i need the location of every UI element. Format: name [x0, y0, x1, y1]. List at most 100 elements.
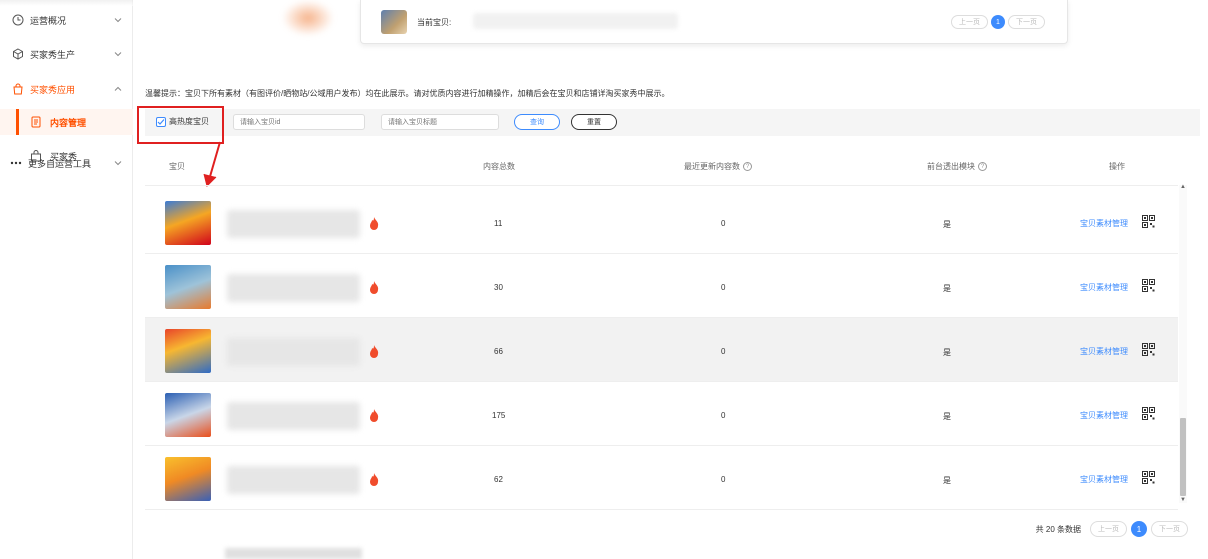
- module-shown: 是: [943, 220, 951, 229]
- help-icon[interactable]: ?: [743, 162, 752, 171]
- chevron-down-icon: [114, 52, 122, 57]
- cube-icon: [12, 48, 24, 60]
- sidebar-item-label: 内容管理: [50, 117, 87, 128]
- scroll-up-icon[interactable]: ▲: [1180, 184, 1186, 190]
- help-icon[interactable]: ?: [978, 162, 987, 171]
- current-item-pager: 上一页 1 下一页: [951, 15, 1045, 29]
- product-image[interactable]: [165, 457, 211, 501]
- scrollbar-thumb[interactable]: [1180, 418, 1186, 496]
- hot-flame-icon: [370, 217, 379, 230]
- dots-icon: [10, 157, 22, 169]
- content-total: 175: [492, 411, 506, 420]
- product-image[interactable]: [165, 329, 211, 373]
- reset-button[interactable]: 重置: [571, 114, 617, 130]
- content-total: 66: [494, 347, 503, 356]
- header-item: 宝贝: [169, 162, 185, 171]
- recent-count: 0: [721, 219, 726, 228]
- sidebar-item-label: 运营概况: [30, 15, 67, 26]
- module-shown: 是: [943, 476, 951, 485]
- sidebar-top-fade: [0, 0, 133, 6]
- hot-flame-icon: [370, 281, 379, 294]
- page-number-button[interactable]: 1: [1131, 521, 1147, 537]
- sidebar-item-application[interactable]: 买家秀应用: [0, 79, 133, 99]
- prev-page-button[interactable]: 上一页: [951, 15, 988, 29]
- sidebar-item-label: 买家秀应用: [30, 84, 76, 95]
- module-shown: 是: [943, 284, 951, 293]
- tip-text: 温馨提示：宝贝下所有素材（有图评价/晒物站/公域用户发布）均在此展示。请对优质内…: [145, 89, 670, 98]
- sidebar-item-label: 买家秀生产: [30, 49, 76, 60]
- item-material-manage-link[interactable]: 宝贝素材管理: [1080, 218, 1128, 229]
- qr-code-icon[interactable]: [1142, 343, 1155, 356]
- hot-flame-icon: [370, 345, 379, 358]
- recent-count: 0: [721, 475, 726, 484]
- qr-code-icon[interactable]: [1142, 407, 1155, 420]
- hot-flame-icon: [370, 473, 379, 486]
- content-total: 30: [494, 283, 503, 292]
- next-page-button[interactable]: 下一页: [1008, 15, 1045, 29]
- sidebar-item-production[interactable]: 买家秀生产: [0, 44, 133, 64]
- qr-code-icon[interactable]: [1142, 215, 1155, 228]
- document-icon: [30, 116, 42, 128]
- query-button[interactable]: 查询: [514, 114, 560, 130]
- header-recent-label: 最近更新内容数: [684, 162, 740, 171]
- header-action: 操作: [1109, 162, 1125, 171]
- header-module: 前台透出模块 ?: [927, 161, 987, 172]
- recent-count: 0: [721, 283, 726, 292]
- table-header: 宝贝 内容总数 最近更新内容数 ? 前台透出模块 ? 操作: [145, 152, 1185, 178]
- chevron-down-icon: [114, 161, 122, 166]
- product-title-blurred: [227, 466, 360, 494]
- item-id-input[interactable]: [233, 114, 365, 130]
- sidebar-item-more-tools[interactable]: 更多自运营工具: [0, 153, 133, 173]
- product-title-blurred: [227, 274, 360, 302]
- product-title-blurred: [227, 402, 360, 430]
- page-number-button[interactable]: 1: [991, 15, 1005, 29]
- product-image[interactable]: [165, 393, 211, 437]
- content-total: 62: [494, 475, 503, 484]
- recent-count: 0: [721, 411, 726, 420]
- chevron-up-icon: [114, 86, 122, 91]
- product-title-blurred: [227, 338, 360, 366]
- scroll-down-icon[interactable]: ▼: [1180, 497, 1186, 503]
- table-row: 62 0 是 宝贝素材管理: [145, 446, 1178, 510]
- qr-code-icon[interactable]: [1142, 471, 1155, 484]
- highlight-box: [137, 106, 224, 144]
- product-title-blurred: [227, 210, 360, 238]
- table-row: 175 0 是 宝贝素材管理: [145, 382, 1178, 446]
- table-row: 66 0 是 宝贝素材管理: [145, 318, 1178, 382]
- blurred-content: [225, 548, 362, 559]
- bag-icon: [12, 83, 24, 95]
- next-page-button[interactable]: 下一页: [1151, 521, 1188, 537]
- recent-count: 0: [721, 347, 726, 356]
- clock-icon: [12, 14, 24, 26]
- module-shown: 是: [943, 412, 951, 421]
- qr-code-icon[interactable]: [1142, 279, 1155, 292]
- content-total: 11: [494, 219, 503, 228]
- item-title-input[interactable]: [381, 114, 499, 130]
- pagination: 共 20 条数据 上一页 1 下一页: [1036, 521, 1188, 537]
- sidebar-item-label: 更多自运营工具: [28, 158, 92, 169]
- filter-bar: 高热度宝贝 查询 重置: [145, 109, 1200, 136]
- hot-flame-icon: [370, 409, 379, 422]
- item-material-manage-link[interactable]: 宝贝素材管理: [1080, 410, 1128, 421]
- product-image[interactable]: [165, 265, 211, 309]
- current-item-title-blurred: [473, 13, 678, 29]
- current-item-label: 当前宝贝:: [417, 18, 452, 27]
- blurred-image: [282, 0, 334, 36]
- divider: [145, 185, 1178, 186]
- item-material-manage-link[interactable]: 宝贝素材管理: [1080, 346, 1128, 357]
- prev-page-button[interactable]: 上一页: [1090, 521, 1127, 537]
- product-image[interactable]: [165, 201, 211, 245]
- item-material-manage-link[interactable]: 宝贝素材管理: [1080, 282, 1128, 293]
- sidebar-item-content-management[interactable]: 内容管理: [0, 109, 133, 135]
- sidebar-item-overview[interactable]: 运营概况: [0, 10, 133, 30]
- current-item-panel: 当前宝贝: 上一页 1 下一页: [360, 0, 1068, 44]
- current-item-thumbnail: [381, 10, 407, 34]
- header-module-label: 前台透出模块: [927, 162, 975, 171]
- total-count: 共 20 条数据: [1035, 524, 1081, 534]
- module-shown: 是: [943, 348, 951, 357]
- sidebar: 运营概况 买家秀生产 买家秀应用 内容管理 买家秀 更多自运营工具: [0, 0, 133, 559]
- header-recent: 最近更新内容数 ?: [684, 161, 752, 172]
- item-material-manage-link[interactable]: 宝贝素材管理: [1080, 474, 1128, 485]
- chevron-down-icon: [114, 18, 122, 23]
- header-total: 内容总数: [483, 162, 515, 171]
